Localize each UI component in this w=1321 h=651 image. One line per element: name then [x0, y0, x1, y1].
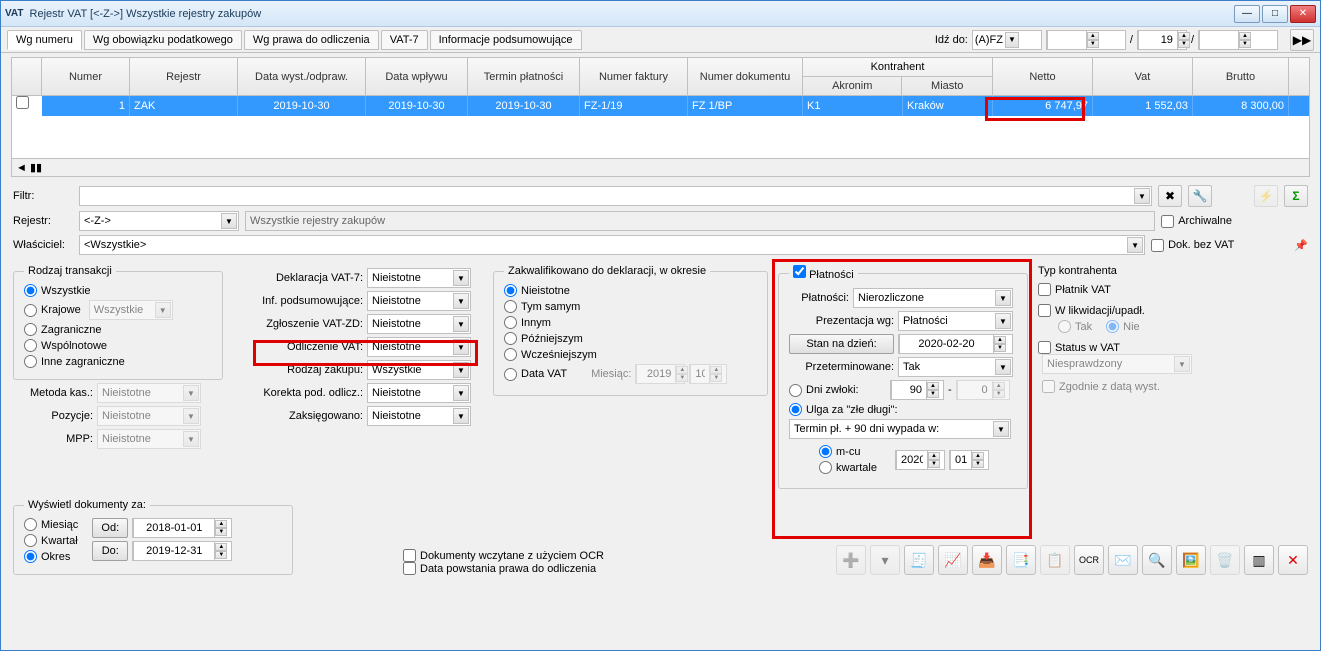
tab-inf-podsum[interactable]: Informacje podsumowujące	[430, 30, 582, 50]
wyswietl-group: Wyświetl dokumenty za: Miesiąc Kwartał O…	[13, 499, 293, 575]
ocr-button[interactable]: OCR	[1074, 545, 1104, 575]
title-bar: VAT Rejestr VAT [<-Z->] Wszystkie rejest…	[1, 1, 1320, 27]
rt-krajowe-radio[interactable]	[24, 304, 37, 317]
zaks-combo[interactable]: Nieistotne▼	[367, 406, 471, 426]
rt-zagraniczne-radio[interactable]: Zagraniczne	[24, 323, 212, 336]
rodzaj-transakcji-group: Rodzaj transakcji Wszystkie Krajowe Wszy…	[13, 265, 223, 380]
nie-radio	[1106, 320, 1119, 333]
zk-m-spinner: ▲▼	[689, 364, 727, 384]
do-date[interactable]: ▲▼	[132, 541, 232, 561]
zk-datavat-radio[interactable]	[504, 368, 517, 381]
goto-type-combo[interactable]: (A)FZ▼	[972, 30, 1042, 50]
goto-execute-button[interactable]: ▶▶	[1290, 29, 1314, 51]
tak-radio	[1058, 320, 1071, 333]
rt-inne-radio[interactable]: Inne zagraniczne	[24, 355, 212, 368]
minimize-button[interactable]: —	[1234, 5, 1260, 23]
send-button[interactable]: ✉️	[1108, 545, 1138, 575]
obd-button[interactable]: 📋	[1040, 545, 1070, 575]
zk-rok-spinner: ▲▼	[635, 364, 685, 384]
status-checkbox[interactable]: Status w VAT	[1038, 341, 1218, 354]
dok-bez-vat-checkbox[interactable]: Dok. bez VAT	[1151, 239, 1234, 252]
delete-button[interactable]: 🗑️	[1210, 545, 1240, 575]
tab-wg-numeru[interactable]: Wg numeru	[7, 30, 82, 50]
filter-combo[interactable]: ▼	[79, 186, 1152, 206]
params-panels: Rodzaj transakcji Wszystkie Krajowe Wszy…	[1, 259, 1320, 495]
tab-wg-obowiazku[interactable]: Wg obowiązku podatkowego	[84, 30, 242, 50]
status-combo: Niesprawdzony▼	[1042, 354, 1192, 374]
filter-tool-button[interactable]: 🔧	[1188, 185, 1212, 207]
od-date[interactable]: ▲▼	[132, 518, 232, 538]
goto-label: Idź do:	[935, 34, 968, 46]
w-okres-radio[interactable]: Okres	[24, 550, 78, 563]
rejestr-combo[interactable]: <-Z->▼	[79, 211, 239, 231]
add-menu-button[interactable]: ▾	[870, 545, 900, 575]
window-title: Rejestr VAT [<-Z->] Wszystkie rejestry z…	[30, 8, 1234, 20]
likw-checkbox[interactable]: W likwidacji/upadł.	[1038, 304, 1218, 317]
columns-button[interactable]: ▥	[1244, 545, 1274, 575]
goto-spinner-1[interactable]: ▲▼	[1046, 30, 1126, 50]
close-button[interactable]: ✕	[1290, 5, 1316, 23]
korekta-combo[interactable]: Nieistotne▼	[367, 383, 471, 403]
zk-wczesniej-radio[interactable]: Wcześniejszym	[504, 348, 757, 361]
zgodnie-checkbox: Zgodnie z datą wyst.	[1042, 380, 1218, 393]
highlight-platnosci	[772, 259, 1032, 539]
docs-button[interactable]: 📑	[1006, 545, 1036, 575]
tabs-toolbar: Wg numeru Wg obowiązku podatkowego Wg pr…	[1, 27, 1320, 53]
filter-clear-button[interactable]: ✖	[1158, 185, 1182, 207]
vat-tool-button[interactable]: 🧾	[904, 545, 934, 575]
zgl-combo[interactable]: Nieistotne▼	[367, 314, 471, 334]
inf-combo[interactable]: Nieistotne▼	[367, 291, 471, 311]
krajowe-combo: Wszystkie▼	[89, 300, 173, 320]
pin-icon[interactable]: 📌	[1294, 239, 1308, 252]
row-checkbox[interactable]	[16, 96, 29, 109]
search-button[interactable]: 🔍	[1142, 545, 1172, 575]
table-row[interactable]: 1 ZAK 2019-10-30 2019-10-30 2019-10-30 F…	[12, 96, 1309, 116]
vat7-combo[interactable]: Nieistotne▼	[367, 268, 471, 288]
preview-button[interactable]: 🖼️	[1176, 545, 1206, 575]
platnik-checkbox[interactable]: Płatnik VAT	[1038, 283, 1218, 296]
archiwalne-checkbox[interactable]: Archiwalne	[1161, 215, 1232, 228]
zk-innym-radio[interactable]: Innym	[504, 316, 757, 329]
rt-wspolnotowe-radio[interactable]: Wspólnotowe	[24, 339, 212, 352]
chart-button[interactable]: 📈	[938, 545, 968, 575]
grid-header: Numer Rejestr Data wyst./odpraw. Data wp…	[12, 58, 1309, 96]
deklaracja-group: Deklaracja VAT-7:Nieistotne▼ Inf. podsum…	[233, 265, 483, 489]
goto-num-spinner[interactable]: ▲▼	[1137, 30, 1187, 50]
add-button[interactable]: ➕	[836, 545, 866, 575]
grid-scrollbar[interactable]: ◄ ▮▮	[12, 158, 1309, 176]
w-miesiac-radio[interactable]: Miesiąc	[24, 518, 78, 531]
maximize-button[interactable]: □	[1262, 5, 1288, 23]
typ-group: Typ kontrahenta Płatnik VAT W likwidacji…	[1038, 265, 1218, 393]
zk-nieistotne-radio[interactable]: Nieistotne	[504, 284, 757, 297]
filter-block: Filtr: ▼ ✖ 🔧 ⚡ Σ Rejestr: <-Z->▼ Wszystk…	[1, 181, 1320, 259]
goto-spinner-3[interactable]: ▲▼	[1198, 30, 1278, 50]
vat-icon: VAT	[5, 8, 24, 19]
bottom-bar: Wyświetl dokumenty za: Miesiąc Kwartał O…	[1, 495, 1320, 579]
zakwal-group: Zakwalifikowano do deklaracji, w okresie…	[493, 265, 768, 396]
close-panel-button[interactable]: ✕	[1278, 545, 1308, 575]
tab-wg-prawa[interactable]: Wg prawa do odliczenia	[244, 30, 379, 50]
do-button[interactable]: Do:	[92, 541, 128, 561]
wlasciciel-combo[interactable]: <Wszystkie>▼	[79, 235, 1145, 255]
sum-button[interactable]: Σ	[1284, 185, 1308, 207]
ocr-data-checkbox[interactable]: Data powstania prawa do odliczenia	[403, 562, 604, 575]
mpp-combo[interactable]: Nieistotne▼	[97, 429, 201, 449]
metoda-combo[interactable]: Nieistotne▼	[97, 383, 201, 403]
import-button[interactable]: 📥	[972, 545, 1002, 575]
rt-wszystkie-radio[interactable]: Wszystkie	[24, 284, 212, 297]
highlight-odliczenie	[253, 340, 478, 366]
ocr-wczytane-checkbox[interactable]: Dokumenty wczytane z użyciem OCR	[403, 549, 604, 562]
tab-vat7[interactable]: VAT-7	[381, 30, 428, 50]
od-button[interactable]: Od:	[92, 518, 128, 538]
filter-bolt-button[interactable]: ⚡	[1254, 185, 1278, 207]
rejestr-desc: Wszystkie rejestry zakupów	[245, 211, 1155, 231]
zk-pozniej-radio[interactable]: Późniejszym	[504, 332, 757, 345]
data-grid[interactable]: Numer Rejestr Data wyst./odpraw. Data wp…	[11, 57, 1310, 177]
app-window: VAT Rejestr VAT [<-Z->] Wszystkie rejest…	[0, 0, 1321, 651]
highlight-netto	[985, 97, 1085, 121]
w-kwartal-radio[interactable]: Kwartał	[24, 534, 78, 547]
zk-tym-radio[interactable]: Tym samym	[504, 300, 757, 313]
pozycje-combo[interactable]: Nieistotne▼	[97, 406, 201, 426]
